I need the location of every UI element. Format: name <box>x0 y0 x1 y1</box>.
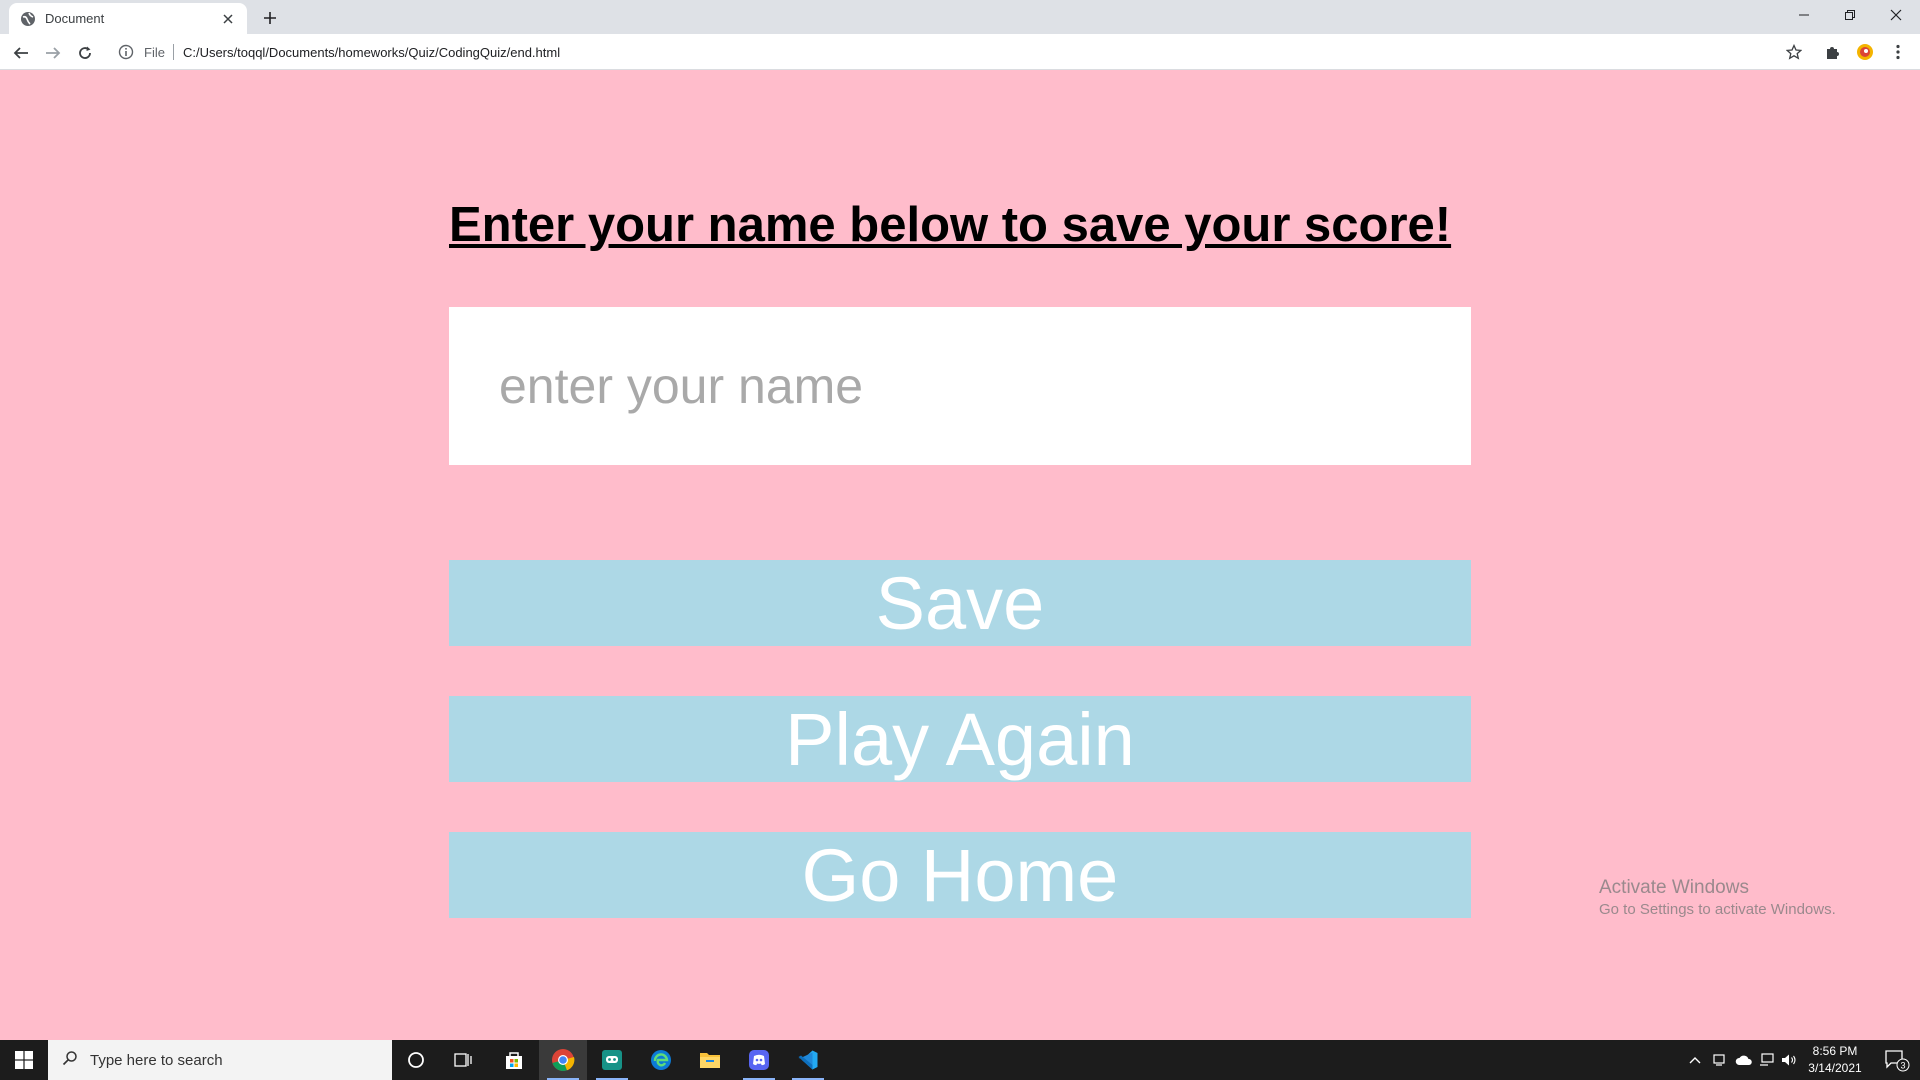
restore-icon[interactable] <box>1827 0 1873 30</box>
clock-time: 8:56 PM <box>1812 1044 1858 1058</box>
volume-icon[interactable] <box>1778 1040 1800 1080</box>
clock-date: 3/14/2021 <box>1808 1061 1862 1075</box>
play-again-button[interactable]: Play Again <box>449 696 1471 782</box>
taskbar-clock[interactable]: 8:56 PM 3/14/2021 <box>1800 1043 1870 1077</box>
onedrive-cloud-icon[interactable] <box>1732 1040 1756 1080</box>
windows-start-icon[interactable] <box>0 1040 48 1080</box>
activate-windows-subtitle: Go to Settings to activate Windows. <box>1599 901 1836 918</box>
profile-avatar-icon[interactable] <box>1855 42 1875 62</box>
show-hidden-icons-chevron-icon[interactable] <box>1684 1040 1706 1080</box>
close-window-icon[interactable] <box>1873 0 1919 30</box>
task-view-icon[interactable] <box>440 1040 488 1080</box>
reload-icon[interactable] <box>71 39 99 67</box>
taskbar-search-box[interactable]: Type here to search <box>48 1040 392 1080</box>
file-explorer-icon[interactable] <box>686 1040 734 1080</box>
notification-count: 3 <box>1900 1061 1905 1071</box>
discord-icon[interactable] <box>735 1040 783 1080</box>
new-tab-button[interactable] <box>258 6 282 30</box>
search-icon <box>62 1050 78 1071</box>
globe-icon <box>20 11 36 27</box>
gitkraken-icon[interactable] <box>588 1040 636 1080</box>
store-icon[interactable] <box>490 1040 538 1080</box>
page-heading: Enter your name below to save your score… <box>449 198 1452 252</box>
info-icon[interactable] <box>116 42 136 62</box>
extensions-puzzle-icon[interactable] <box>1823 42 1843 62</box>
minimize-icon[interactable] <box>1781 0 1827 30</box>
chrome-taskbar-icon[interactable] <box>539 1040 587 1080</box>
browser-tab-strip: Document <box>0 0 1920 34</box>
action-center-icon[interactable]: 3 <box>1874 1040 1920 1080</box>
address-url[interactable]: C:/Users/toqql/Documents/homeworks/Quiz/… <box>183 45 560 60</box>
bookmark-star-icon[interactable] <box>1784 42 1804 62</box>
search-placeholder: Type here to search <box>90 1051 223 1069</box>
back-arrow-icon[interactable] <box>7 39 35 67</box>
browser-tab[interactable]: Document <box>9 3 247 34</box>
forward-arrow-icon[interactable] <box>39 39 67 67</box>
browser-toolbar: File C:/Users/toqql/Documents/homeworks/… <box>0 34 1920 70</box>
address-separator <box>172 44 174 60</box>
activate-windows-title: Activate Windows <box>1599 877 1749 898</box>
save-button[interactable]: Save <box>449 560 1471 646</box>
close-tab-icon[interactable] <box>219 10 237 28</box>
browser-menu-icon[interactable] <box>1888 42 1908 62</box>
edge-icon[interactable] <box>637 1040 685 1080</box>
windows-taskbar: Type here to search 8:56 PM 3/14/2021 3 <box>0 1040 1920 1080</box>
address-scheme: File <box>144 44 165 60</box>
network-icon[interactable] <box>1756 1040 1778 1080</box>
name-input[interactable] <box>449 307 1471 465</box>
tab-title: Document <box>45 11 105 26</box>
vscode-icon[interactable] <box>784 1040 832 1080</box>
address-bar[interactable]: File C:/Users/toqql/Documents/homeworks/… <box>108 38 1784 66</box>
go-home-button[interactable]: Go Home <box>449 832 1471 918</box>
cortana-icon[interactable] <box>392 1040 440 1080</box>
device-tray-icon[interactable] <box>1708 1040 1730 1080</box>
